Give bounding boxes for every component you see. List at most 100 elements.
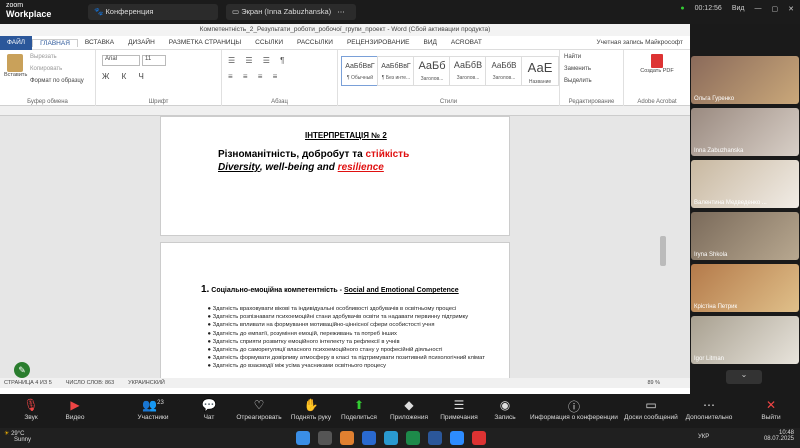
weather-widget[interactable]: ☀ 29°C Sunny: [4, 430, 31, 443]
close-icon[interactable]: ✕: [788, 5, 794, 13]
style-heading2[interactable]: АаБбВ Заголов...: [449, 56, 487, 86]
participant-tile[interactable]: Валентина Медведенко ...: [691, 160, 799, 208]
replace-button[interactable]: Заменить: [564, 66, 591, 72]
document-page[interactable]: 1. Соціально-емоційна компетентність - S…: [160, 242, 510, 382]
cut-button[interactable]: Вырезать: [30, 54, 57, 60]
word-icon[interactable]: [428, 431, 442, 445]
edge-icon[interactable]: [384, 431, 398, 445]
chevron-down-icon[interactable]: ⌄: [726, 370, 762, 384]
language[interactable]: УКРАИНСКИЙ: [128, 380, 165, 386]
tab-mailings[interactable]: РАССЫЛКИ: [290, 39, 340, 46]
account-label[interactable]: Учетная запись Майкрософт: [589, 39, 690, 46]
style-heading1[interactable]: АаБб Заголов...: [413, 56, 451, 86]
style-name: ¶ Обычный: [346, 75, 374, 81]
meeting-info-button[interactable]: ⓘ Информация о конференции: [528, 398, 620, 421]
clock[interactable]: 10:48 08.07.2025: [764, 430, 794, 442]
tab-file[interactable]: ФАЙЛ: [0, 35, 33, 50]
find-button[interactable]: Найти: [564, 54, 581, 60]
font-format-buttons[interactable]: Ж К Ч: [102, 72, 149, 81]
excel-icon[interactable]: [406, 431, 420, 445]
paste-button[interactable]: Вставить: [4, 54, 27, 78]
style-heading3[interactable]: АаБбВ Заголов...: [485, 56, 523, 86]
copy-button[interactable]: Копировать: [30, 66, 62, 72]
participants-button[interactable]: 👥23 Участники: [124, 398, 182, 421]
word-count[interactable]: ЧИСЛО СЛОВ: 863: [66, 380, 114, 386]
view-button[interactable]: Вид: [732, 5, 745, 13]
more-icon[interactable]: ⋯: [337, 7, 345, 16]
participant-tile[interactable]: Iryna Shkola: [691, 212, 799, 260]
page-count[interactable]: СТРАНИЦА 4 ИЗ 5: [4, 380, 52, 386]
sun-icon: ☀: [4, 431, 10, 437]
style-no-spacing[interactable]: АаБбВвГ ¶ Без инте...: [377, 56, 415, 86]
zoom-icon[interactable]: [450, 431, 464, 445]
style-sample: АаБбВ: [491, 61, 517, 70]
participant-name: Крістіна Петрик: [694, 304, 738, 310]
select-button[interactable]: Выделить: [564, 78, 592, 84]
tab-home[interactable]: ГЛАВНАЯ: [32, 38, 78, 47]
participant-tile[interactable]: Ольга Гуренко: [691, 56, 799, 104]
bullet-text: Здатність впливати на формування мотивац…: [212, 322, 435, 329]
copilot-icon[interactable]: [340, 431, 354, 445]
whiteboards-button[interactable]: ▭ Доски сообщений: [622, 398, 680, 421]
apps-label: Приложения: [389, 414, 429, 421]
leave-button[interactable]: ✕ Выйти: [746, 398, 796, 421]
participant-tile[interactable]: Igor Litman: [691, 316, 799, 364]
style-name: Заголов...: [492, 75, 516, 81]
participant-tile[interactable]: Inna Zabuzhanska: [691, 108, 799, 156]
font-name-select[interactable]: Arial: [102, 55, 140, 66]
windows-start-icon[interactable]: [296, 431, 310, 445]
style-sample: АаБбВ: [453, 60, 483, 70]
list-buttons[interactable]: ☰ ☰ ☰ ¶: [228, 56, 288, 65]
style-name: Название: [528, 79, 552, 85]
title-en-red-word: resilience: [337, 162, 384, 173]
info-icon: ⓘ: [567, 400, 580, 414]
tab-design[interactable]: ДИЗАЙН: [121, 39, 162, 46]
tab-references[interactable]: ССЫЛКИ: [248, 39, 290, 46]
heart-icon: ♡: [253, 398, 265, 412]
participant-name: Igor Litman: [694, 356, 725, 362]
record-button[interactable]: ◉ Запись: [476, 398, 534, 421]
whiteboard-icon: ▭: [645, 398, 657, 412]
document-area[interactable]: ІНТЕРПРЕТАЦІЯ № 2 Різноманітність, добро…: [0, 116, 690, 382]
search-icon[interactable]: [318, 431, 332, 445]
record-icon: ◉: [499, 398, 511, 412]
word-statusbar: СТРАНИЦА 4 ИЗ 5 ЧИСЛО СЛОВ: 863 УКРАИНСК…: [0, 378, 690, 388]
tab-screen-share-label: Экран (Inna Zabuzhanska): [241, 7, 332, 16]
participant-name: Inna Zabuzhanska: [694, 148, 744, 154]
document-page[interactable]: ІНТЕРПРЕТАЦІЯ № 2 Різноманітність, добро…: [160, 116, 510, 236]
tab-review[interactable]: РЕЦЕНЗИРОВАНИЕ: [340, 39, 417, 46]
font-size-select[interactable]: 11: [142, 55, 166, 66]
vertical-scrollbar[interactable]: [660, 236, 666, 266]
chrome-icon[interactable]: [472, 431, 486, 445]
react-button[interactable]: ♡ Отреагировать: [230, 398, 288, 421]
annotate-pen-icon[interactable]: ✎: [14, 362, 30, 378]
participant-tile[interactable]: Крістіна Петрик: [691, 264, 799, 312]
tab-conference[interactable]: 🐾 Конференция: [88, 4, 218, 20]
create-pdf-button[interactable]: Создать PDF: [640, 54, 674, 74]
app-name-line2: Workplace: [6, 9, 52, 19]
language-indicator[interactable]: УКР: [698, 434, 709, 440]
paragraph-group: ☰ ☰ ☰ ¶ ≡ ≡ ≡ ≡ Абзац: [222, 50, 338, 106]
tab-screen-share[interactable]: ▭ Экран (Inna Zabuzhanska) ⋯: [226, 4, 356, 20]
title-red-word: стійкість: [365, 149, 410, 160]
format-painter-button[interactable]: Формат по образцу: [30, 78, 84, 84]
tab-insert[interactable]: ВСТАВКА: [78, 39, 121, 46]
paw-icon: 🐾: [94, 7, 104, 16]
bullet-item: ● Здатність враховувати вікові та індиві…: [201, 306, 457, 312]
weather-text: Sunny: [14, 437, 32, 443]
minimize-icon[interactable]: —: [755, 5, 762, 13]
folder-icon[interactable]: [362, 431, 376, 445]
tab-view[interactable]: ВИД: [416, 39, 443, 46]
tab-acrobat[interactable]: ACROBAT: [444, 39, 489, 46]
style-title[interactable]: АаЕ Название: [521, 56, 559, 86]
styles-group-label: Стили: [439, 99, 458, 105]
zoom-level[interactable]: 89 %: [647, 380, 690, 386]
acrobat-group: Создать PDF Adobe Acrobat: [624, 50, 690, 106]
tab-layout[interactable]: РАЗМЕТКА СТРАНИЦЫ: [162, 39, 248, 46]
video-button[interactable]: ▶ Видео: [46, 398, 104, 421]
bullet-item: ● Здатність сприяти розвитку емоційного …: [201, 338, 400, 345]
more-button[interactable]: ⋯ Дополнительно: [680, 398, 738, 421]
maximize-icon[interactable]: ▢: [772, 5, 779, 13]
style-normal[interactable]: АаБбВвГ ¶ Обычный: [341, 56, 379, 86]
align-buttons[interactable]: ≡ ≡ ≡ ≡: [228, 72, 281, 81]
